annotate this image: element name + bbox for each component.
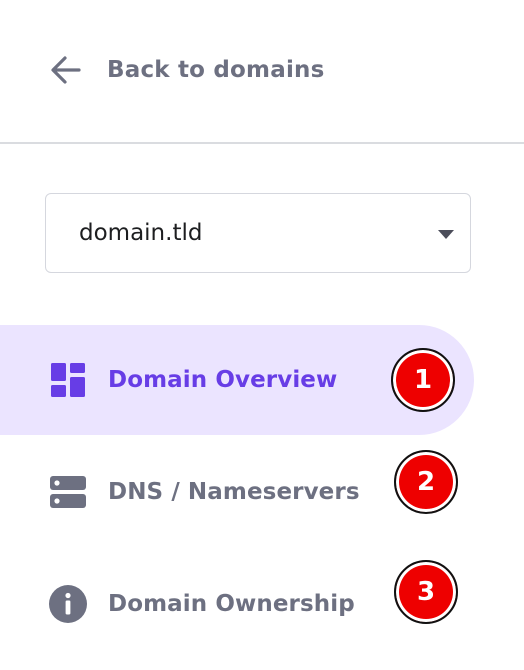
server-icon (48, 472, 88, 512)
back-to-domains-link[interactable]: Back to domains (48, 48, 325, 92)
arrow-left-icon (48, 52, 84, 88)
step-badge-2: 2 (394, 450, 458, 514)
domain-select-value: domain.tld (79, 220, 203, 246)
domain-sidebar: Back to domains domain.tld Domain Overvi… (0, 0, 524, 670)
nav-item-label: Domain Overview (108, 367, 338, 393)
step-badge-3: 3 (394, 560, 458, 624)
step-badge-1: 1 (391, 348, 455, 412)
info-icon (48, 584, 88, 624)
divider (0, 142, 524, 144)
dashboard-icon (48, 360, 88, 400)
nav-item-label: Domain Ownership (108, 591, 355, 617)
nav-item-label: DNS / Nameservers (108, 479, 360, 505)
caret-down-icon (438, 230, 454, 239)
back-link-label: Back to domains (107, 57, 325, 83)
domain-select[interactable]: domain.tld (45, 193, 471, 273)
